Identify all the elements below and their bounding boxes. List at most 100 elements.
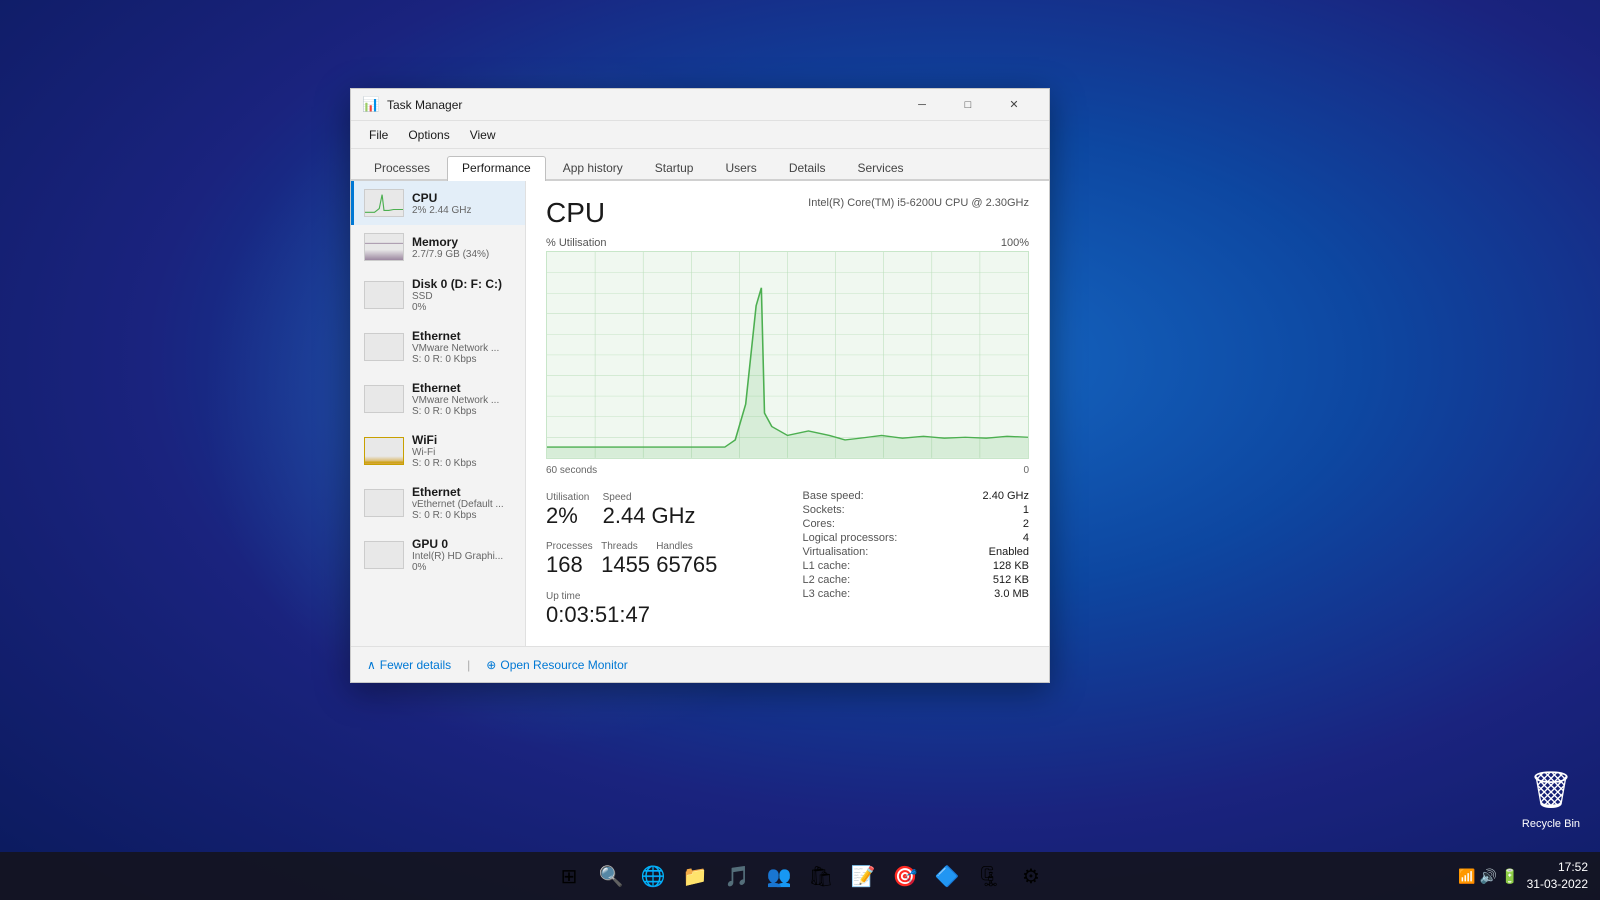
uptime-value: 0:03:51:47 — [546, 602, 773, 628]
fewer-details-link[interactable]: ∧ Fewer details — [367, 658, 451, 672]
menu-bar: File Options View — [351, 121, 1049, 149]
teams-icon[interactable]: 👥 — [761, 858, 797, 894]
tab-performance[interactable]: Performance — [447, 156, 546, 181]
spotify-icon[interactable]: 🎵 — [719, 858, 755, 894]
wifi-name: WiFi — [412, 433, 515, 447]
file-explorer-icon[interactable]: 📁 — [677, 858, 713, 894]
volume-icon[interactable]: 🔊 — [1480, 868, 1497, 885]
search-icon[interactable]: 🔍 — [593, 858, 629, 894]
disk-detail1: SSD — [412, 291, 515, 302]
info-row-l1: L1 cache: 128 KB — [803, 560, 1030, 572]
task-manager-window: 📊 Task Manager ─ □ ✕ File Options View P… — [350, 88, 1050, 683]
maximize-button[interactable]: □ — [945, 89, 991, 121]
uptime-stat: Up time 0:03:51:47 — [546, 589, 773, 630]
menu-view[interactable]: View — [460, 126, 506, 144]
disk-name: Disk 0 (D: F: C:) — [412, 277, 515, 291]
widget-icon[interactable]: 🌐 — [635, 858, 671, 894]
tab-bar: Processes Performance App history Startu… — [351, 149, 1049, 181]
ethernet2-name: Ethernet — [412, 381, 515, 395]
panel-subtitle: Intel(R) Core(TM) i5-6200U CPU @ 2.30GHz — [808, 197, 1029, 209]
tab-details[interactable]: Details — [774, 156, 841, 179]
ethernet3-name: Ethernet — [412, 485, 515, 499]
ethernet2-detail2: S: 0 R: 0 Kbps — [412, 406, 515, 417]
sidebar-item-cpu[interactable]: CPU 2% 2.44 GHz — [351, 181, 525, 225]
tab-processes[interactable]: Processes — [359, 156, 445, 179]
settings-icon[interactable]: ⚙ — [1013, 858, 1049, 894]
gpu-thumbnail — [364, 541, 404, 569]
notepad-icon[interactable]: 📝 — [845, 858, 881, 894]
ethernet2-detail1: VMware Network ... — [412, 395, 515, 406]
sockets-key: Sockets: — [803, 504, 845, 516]
disk-detail2: 0% — [412, 302, 515, 313]
sidebar-item-memory[interactable]: Memory 2.7/7.9 GB (34%) — [351, 225, 525, 269]
store-icon[interactable]: 🛍 — [803, 858, 839, 894]
info-row-base-speed: Base speed: 2.40 GHz — [803, 490, 1030, 502]
memory-detail: 2.7/7.9 GB (34%) — [412, 249, 515, 260]
ethernet3-detail1: vEthernet (Default ... — [412, 499, 515, 510]
taskbar: ⊞ 🔍 🌐 📁 🎵 👥 🛍 📝 🎯 🔷 🗜 ⚙ 📶 🔊 🔋 17:52 31-0… — [0, 852, 1600, 900]
panel-header: CPU Intel(R) Core(TM) i5-6200U CPU @ 2.3… — [546, 197, 1029, 229]
info-row-l3: L3 cache: 3.0 MB — [803, 588, 1030, 600]
logical-key: Logical processors: — [803, 532, 898, 544]
sidebar-item-ethernet2[interactable]: Ethernet VMware Network ... S: 0 R: 0 Kb… — [351, 373, 525, 425]
l3-key: L3 cache: — [803, 588, 851, 600]
footer-separator: | — [467, 658, 470, 672]
threads-value: 1455 — [601, 552, 656, 578]
ethernet1-detail2: S: 0 R: 0 Kbps — [412, 354, 515, 365]
start-button[interactable]: ⊞ — [551, 858, 587, 894]
sidebar-item-gpu[interactable]: GPU 0 Intel(R) HD Graphi... 0% — [351, 529, 525, 581]
taskbar-center: ⊞ 🔍 🌐 📁 🎵 👥 🛍 📝 🎯 🔷 🗜 ⚙ — [551, 858, 1049, 894]
window-title: Task Manager — [387, 98, 899, 112]
tab-app-history[interactable]: App history — [548, 156, 638, 179]
desktop: 🗑 Recycle Bin 📊 Task Manager ─ □ ✕ File … — [0, 0, 1600, 900]
info-row-sockets: Sockets: 1 — [803, 504, 1030, 516]
sockets-val: 1 — [1023, 504, 1029, 516]
ethernet3-info: Ethernet vEthernet (Default ... S: 0 R: … — [412, 485, 515, 521]
tab-users[interactable]: Users — [710, 156, 771, 179]
sidebar-item-disk[interactable]: Disk 0 (D: F: C:) SSD 0% — [351, 269, 525, 321]
wifi-detail1: Wi-Fi — [412, 447, 515, 458]
sidebar-item-wifi[interactable]: WiFi Wi-Fi S: 0 R: 0 Kbps — [351, 425, 525, 477]
menu-options[interactable]: Options — [398, 126, 459, 144]
recycle-bin[interactable]: 🗑 Recycle Bin — [1522, 766, 1580, 830]
sidebar-item-ethernet3[interactable]: Ethernet vEthernet (Default ... S: 0 R: … — [351, 477, 525, 529]
gpu-info: GPU 0 Intel(R) HD Graphi... 0% — [412, 537, 515, 573]
minimize-button[interactable]: ─ — [899, 89, 945, 121]
sidebar: CPU 2% 2.44 GHz Memory 2.7/7.9 GB (34%) — [351, 181, 526, 646]
chevron-up-icon: ∧ — [367, 658, 376, 672]
handles-stat: Handles 65765 — [656, 539, 717, 580]
open-resource-monitor-link[interactable]: ⊕ Open Resource Monitor — [486, 658, 627, 672]
memory-name: Memory — [412, 235, 515, 249]
close-button[interactable]: ✕ — [991, 89, 1037, 121]
processes-label: Processes — [546, 541, 601, 552]
disk-info: Disk 0 (D: F: C:) SSD 0% — [412, 277, 515, 313]
menu-file[interactable]: File — [359, 126, 398, 144]
cpu-name: CPU — [412, 191, 515, 205]
tab-startup[interactable]: Startup — [640, 156, 709, 179]
system-tray: 📶 🔊 🔋 — [1458, 868, 1518, 885]
wifi-info: WiFi Wi-Fi S: 0 R: 0 Kbps — [412, 433, 515, 469]
tab-services[interactable]: Services — [843, 156, 919, 179]
cpu-graph — [546, 251, 1029, 459]
cores-key: Cores: — [803, 518, 835, 530]
ethernet2-thumbnail — [364, 385, 404, 413]
app1-icon[interactable]: 🎯 — [887, 858, 923, 894]
ethernet1-thumbnail — [364, 333, 404, 361]
ethernet3-thumbnail — [364, 489, 404, 517]
speed-stat-value: 2.44 GHz — [603, 503, 716, 529]
speed-stat-label: Speed — [603, 492, 716, 503]
tools-icon[interactable]: 🗜 — [971, 858, 1007, 894]
utilization-stat: Utilisation 2% — [546, 490, 603, 531]
battery-icon[interactable]: 🔋 — [1501, 868, 1518, 885]
taskbar-right: 📶 🔊 🔋 17:52 31-03-2022 — [1458, 859, 1588, 893]
taskbar-clock[interactable]: 17:52 31-03-2022 — [1527, 859, 1588, 893]
network-icon[interactable]: 📶 — [1458, 868, 1475, 885]
info-row-cores: Cores: 2 — [803, 518, 1030, 530]
gpu-detail2: 0% — [412, 562, 515, 573]
graph-time-label: 60 seconds 0 — [546, 465, 1029, 476]
vscode-icon[interactable]: 🔷 — [929, 858, 965, 894]
uptime-label: Up time — [546, 591, 773, 602]
ethernet1-info: Ethernet VMware Network ... S: 0 R: 0 Kb… — [412, 329, 515, 365]
sidebar-item-ethernet1[interactable]: Ethernet VMware Network ... S: 0 R: 0 Kb… — [351, 321, 525, 373]
speed-stat: Speed 2.44 GHz — [603, 490, 716, 531]
